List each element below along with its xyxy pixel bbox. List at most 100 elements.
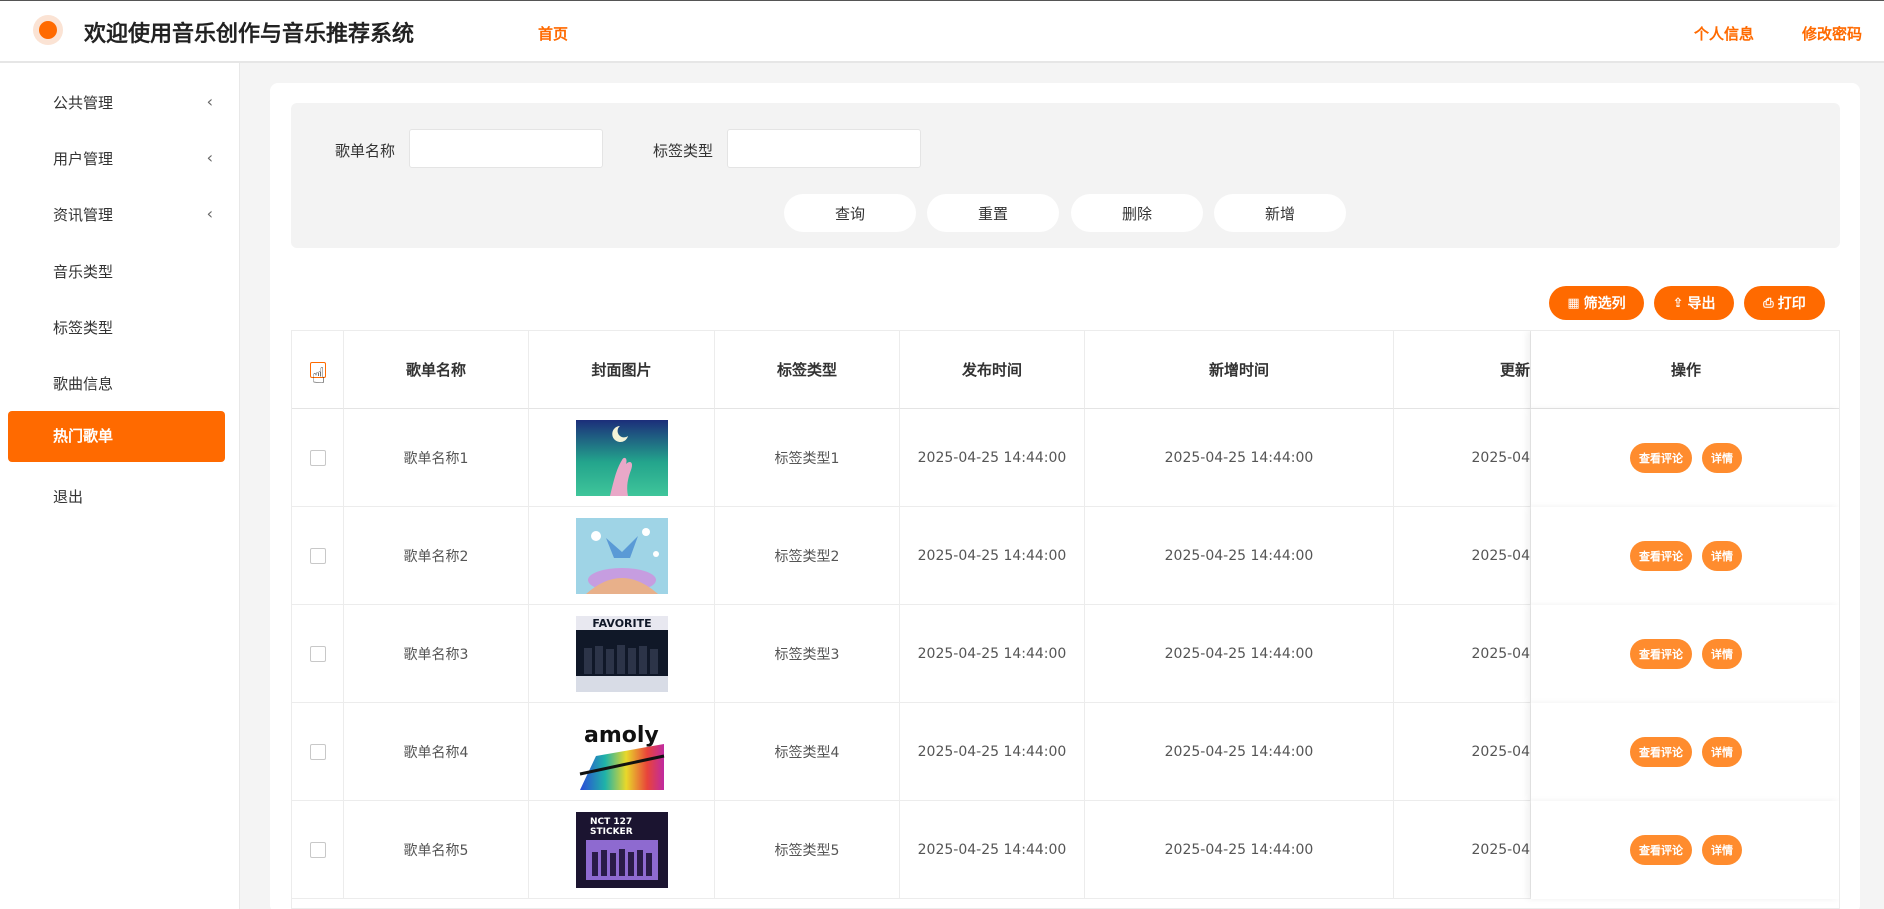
- cell-actions: 查看评论 详情: [1531, 801, 1839, 899]
- tag-type-input[interactable]: [727, 129, 921, 168]
- chevron-left-icon: ‹: [206, 92, 213, 111]
- table-row: 歌单名称1 标签类型1 2025-04-25 14:44:00 2025-04-25 …: [292, 409, 1839, 507]
- tag-type-label: 标签类型: [653, 142, 714, 160]
- view-comments-button[interactable]: 查看评论: [1630, 737, 1692, 767]
- sidebar-item-news-management[interactable]: 资讯管理 ‹: [8, 189, 225, 240]
- view-comments-button[interactable]: 查看评论: [1630, 541, 1692, 571]
- detail-button[interactable]: 详情: [1702, 443, 1742, 473]
- sidebar-item-label: 资讯管理: [53, 206, 114, 224]
- nav-home-link[interactable]: 首页: [538, 23, 568, 44]
- row-checkbox[interactable]: [309, 646, 326, 662]
- svg-text:NCT 127: NCT 127: [590, 817, 632, 827]
- print-button[interactable]: ⎙ 打印: [1744, 286, 1825, 320]
- col-header-cover[interactable]: 封面图片: [529, 331, 715, 409]
- cell-tag: 标签类型5: [715, 801, 900, 899]
- sidebar-item-label: 歌曲信息: [53, 375, 114, 393]
- sidebar-item-label: 标签类型: [53, 319, 114, 337]
- cover-image: [575, 420, 668, 496]
- cell-name: 歌单名称4: [344, 703, 529, 801]
- col-header-name[interactable]: 歌单名称: [344, 331, 529, 409]
- delete-button[interactable]: 删除: [1071, 194, 1203, 232]
- svg-text:amoly: amoly: [584, 723, 659, 748]
- playlist-name-input[interactable]: [409, 129, 603, 168]
- cell-publish-time: 2025-04-25 14:44:00: [900, 703, 1085, 801]
- row-select-cell: [292, 703, 344, 801]
- printer-icon: ⎙: [1763, 295, 1774, 311]
- sidebar-item-public-management[interactable]: 公共管理 ‹: [8, 77, 225, 128]
- row-select-cell: [292, 409, 344, 507]
- cover-image: [575, 518, 668, 594]
- cell-cover: [529, 409, 715, 507]
- print-label: 打印: [1777, 296, 1806, 312]
- col-header-update-time[interactable]: 更新: [1394, 331, 1531, 409]
- table-row: 歌单名称4 amoly 标签类型4 2025-04-25 14:44:00 2025-0…: [292, 703, 1839, 801]
- add-button[interactable]: 新增: [1214, 194, 1346, 232]
- cell-tag: 标签类型3: [715, 605, 900, 703]
- cell-actions: 查看评论 详情: [1531, 703, 1839, 801]
- query-button[interactable]: 查询: [784, 194, 916, 232]
- view-comments-button[interactable]: 查看评论: [1630, 639, 1692, 669]
- cell-add-time: 2025-04-25 14:44:00: [1085, 605, 1394, 703]
- cell-update-time: 2025-04: [1394, 507, 1531, 605]
- detail-button[interactable]: 详情: [1702, 639, 1742, 669]
- cell-publish-time: 2025-04-25 14:44:00: [900, 605, 1085, 703]
- row-checkbox[interactable]: [309, 450, 326, 466]
- playlist-table: 歌单名称 封面图片 标签类型 发布时间 新增时间 更新 操作 歌单名称1 标签类型…: [291, 330, 1840, 909]
- col-header-actions: 操作: [1531, 331, 1839, 409]
- row-select-cell: [292, 605, 344, 703]
- cell-update-time: 2025-04: [1394, 703, 1531, 801]
- table-row: 歌单名称2 标签类型2 2025-04-25 14:44:00 2025-04-25 …: [292, 507, 1839, 605]
- sidebar-item-label: 用户管理: [53, 150, 114, 168]
- table-row: 歌单名称5 NCT 127 STICKER 标签类型5 2025-04-25 14:44…: [292, 801, 1839, 899]
- row-checkbox[interactable]: [309, 548, 326, 564]
- reset-button[interactable]: 重置: [927, 194, 1059, 232]
- columns-icon: ▦: [1567, 295, 1580, 311]
- detail-button[interactable]: 详情: [1702, 835, 1742, 865]
- nav-profile-link[interactable]: 个人信息: [1694, 23, 1754, 44]
- col-header-publish-time[interactable]: 发布时间: [900, 331, 1085, 409]
- svg-text:FAVORITE: FAVORITE: [592, 617, 651, 630]
- cell-update-time: 2025-04: [1394, 605, 1531, 703]
- cover-image: FAVORITE: [575, 616, 668, 692]
- sidebar: 公共管理 ‹ 用户管理 ‹ 资讯管理 ‹ 音乐类型 标签类型 歌曲信息 热门歌单…: [0, 63, 240, 909]
- sidebar-item-logout[interactable]: 退出: [8, 471, 225, 522]
- logo-icon: [33, 15, 63, 45]
- pointer-cursor-icon: ☝: [312, 364, 326, 389]
- cell-name: 歌单名称1: [344, 409, 529, 507]
- export-icon: ⇪: [1672, 295, 1684, 311]
- nav-change-password-link[interactable]: 修改密码: [1802, 23, 1862, 44]
- sidebar-item-tag-type[interactable]: 标签类型: [8, 302, 225, 353]
- sidebar-item-label: 退出: [53, 488, 84, 506]
- col-header-tag[interactable]: 标签类型: [715, 331, 900, 409]
- cell-add-time: 2025-04-25 14:44:00: [1085, 507, 1394, 605]
- cell-cover: NCT 127 STICKER: [529, 801, 715, 899]
- cell-publish-time: 2025-04-25 14:44:00: [900, 409, 1085, 507]
- col-header-add-time[interactable]: 新增时间: [1085, 331, 1394, 409]
- cell-cover: [529, 507, 715, 605]
- detail-button[interactable]: 详情: [1702, 541, 1742, 571]
- detail-button[interactable]: 详情: [1702, 737, 1742, 767]
- sidebar-item-hot-playlists[interactable]: 热门歌单: [8, 411, 225, 462]
- row-checkbox[interactable]: [309, 744, 326, 760]
- cell-actions: 查看评论 详情: [1531, 409, 1839, 507]
- cell-cover: FAVORITE: [529, 605, 715, 703]
- filter-columns-button[interactable]: ▦ 筛选列: [1549, 286, 1644, 320]
- row-checkbox[interactable]: [309, 842, 326, 858]
- row-select-cell: [292, 801, 344, 899]
- sidebar-item-label: 热门歌单: [53, 427, 114, 445]
- cell-tag: 标签类型1: [715, 409, 900, 507]
- cell-update-time: 2025-04: [1394, 409, 1531, 507]
- app-title: 欢迎使用音乐创作与音乐推荐系统: [84, 22, 415, 47]
- sidebar-item-label: 公共管理: [53, 94, 114, 112]
- view-comments-button[interactable]: 查看评论: [1630, 835, 1692, 865]
- cell-actions: 查看评论 详情: [1531, 605, 1839, 703]
- export-label: 导出: [1687, 296, 1716, 312]
- cell-actions: 查看评论 详情: [1531, 507, 1839, 605]
- export-button[interactable]: ⇪ 导出: [1654, 286, 1734, 320]
- playlist-name-label: 歌单名称: [335, 142, 396, 160]
- sidebar-item-music-type[interactable]: 音乐类型: [8, 246, 225, 297]
- search-panel: [291, 103, 1840, 248]
- sidebar-item-user-management[interactable]: 用户管理 ‹: [8, 133, 225, 184]
- view-comments-button[interactable]: 查看评论: [1630, 443, 1692, 473]
- sidebar-item-song-info[interactable]: 歌曲信息: [8, 358, 225, 409]
